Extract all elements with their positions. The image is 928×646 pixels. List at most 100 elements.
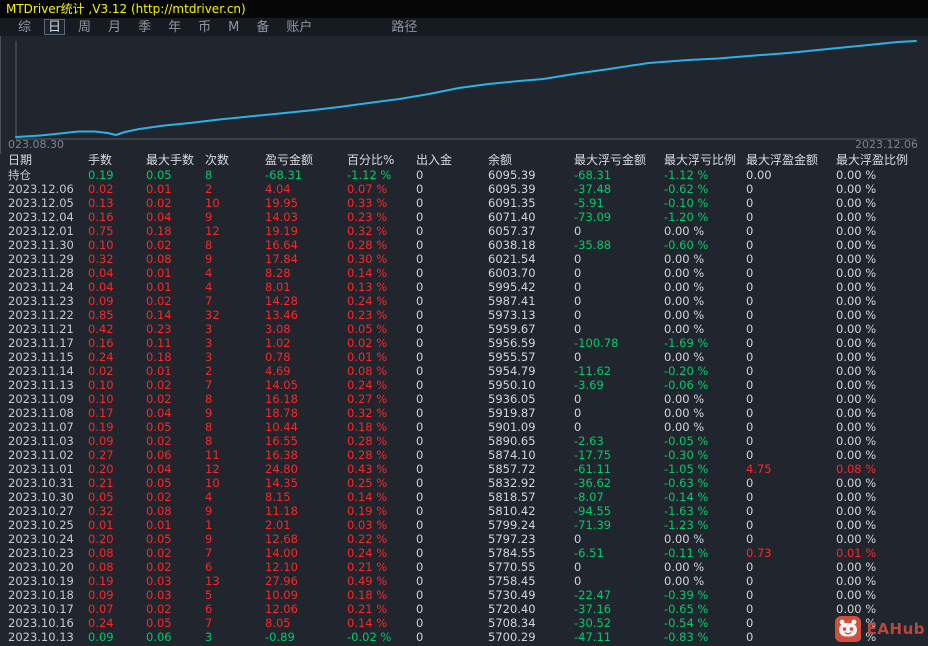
table-cell: 0.01 xyxy=(146,182,172,196)
table-row[interactable]: 2023.10.23 0.08 0.02 7 14.00 0.24 % 0 5784.55 -6… xyxy=(0,546,928,560)
table-cell: 0.08 % xyxy=(836,462,877,476)
table-cell: 0 xyxy=(416,434,424,448)
table-cell: 16.18 xyxy=(265,392,298,406)
table-cell: 0.09 xyxy=(88,630,114,644)
table-row[interactable]: 2023.12.06 0.02 0.01 2 4.04 0.07 % 0 6095.39 -37… xyxy=(0,182,928,196)
table-cell: 0 xyxy=(416,224,424,238)
table-cell: -0.83 % xyxy=(664,630,709,644)
table-cell: 8 xyxy=(205,168,213,182)
chart-start-date-label: 023.08.30 xyxy=(8,138,64,151)
table-row[interactable]: 2023.11.09 0.10 0.02 8 16.18 0.27 % 0 5936.05 0 0… xyxy=(0,392,928,406)
table-row[interactable]: 2023.11.24 0.04 0.01 4 8.01 0.13 % 0 5995.42 0 0.… xyxy=(0,280,928,294)
table-row[interactable]: 2023.10.31 0.21 0.05 10 14.35 0.25 % 0 5832.92 -… xyxy=(0,476,928,490)
menu-item-季[interactable]: 季 xyxy=(134,19,155,35)
table-cell: 0 xyxy=(416,378,424,392)
table-cell: 10.09 xyxy=(265,588,298,602)
table-cell: 8.05 xyxy=(265,616,291,630)
date-cell: 2023.11.03 xyxy=(8,434,74,448)
table-cell: -0.65 % xyxy=(664,602,709,616)
table-row[interactable]: 2023.10.30 0.05 0.02 4 8.15 0.14 % 0 5818.57 -8.… xyxy=(0,490,928,504)
table-cell: 0.02 xyxy=(146,546,172,560)
table-cell: -68.31 xyxy=(574,168,612,182)
table-cell: -3.69 xyxy=(574,378,604,392)
table-cell: 5700.29 xyxy=(488,630,536,644)
column-header: 最大手数 xyxy=(146,153,195,167)
table-cell: 16.55 xyxy=(265,434,298,448)
table-cell: 0.00 % xyxy=(836,532,877,546)
table-row[interactable]: 2023.11.13 0.10 0.02 7 14.05 0.24 % 0 5950.10 -3… xyxy=(0,378,928,392)
table-row[interactable]: 持仓 0.19 0.05 8 -68.31 -1.12 % 0 6095.39 -68.31 -1… xyxy=(0,168,928,182)
menu-item-周[interactable]: 周 xyxy=(74,19,95,35)
menu-item-日[interactable]: 日 xyxy=(44,19,66,35)
table-cell: 6 xyxy=(205,602,213,616)
table-cell: 0.19 xyxy=(88,574,114,588)
table-cell: 0.18 % xyxy=(347,420,388,434)
table-row[interactable]: 2023.11.15 0.24 0.18 3 0.78 0.01 % 0 5955.57 0 0.… xyxy=(0,350,928,364)
table-cell: 0 xyxy=(416,322,424,336)
menu-item-备[interactable]: 备 xyxy=(252,19,273,35)
table-cell: -1.69 % xyxy=(664,336,709,350)
table-row[interactable]: 2023.10.13 0.09 0.06 3 -0.89 -0.02 % 0 5700.29 -… xyxy=(0,630,928,644)
table-row[interactable]: 2023.11.01 0.20 0.04 12 24.80 0.43 % 0 5857.72 -… xyxy=(0,462,928,476)
table-cell: 0.05 xyxy=(146,476,172,490)
table-cell: 0 xyxy=(416,392,424,406)
table-row[interactable]: 2023.11.29 0.32 0.08 9 17.84 0.30 % 0 6021.54 0 0… xyxy=(0,252,928,266)
table-row[interactable]: 2023.10.16 0.24 0.05 7 8.05 0.14 % 0 5708.34 -30… xyxy=(0,616,928,630)
table-row[interactable]: 2023.12.05 0.13 0.02 10 19.95 0.33 % 0 6091.35 -… xyxy=(0,196,928,210)
table-row[interactable]: 2023.11.07 0.19 0.05 8 10.44 0.18 % 0 5901.09 0 0… xyxy=(0,420,928,434)
table-cell: 0 xyxy=(574,252,582,266)
table-cell: -17.75 xyxy=(574,448,612,462)
table-cell: 0.05 xyxy=(146,616,172,630)
table-row[interactable]: 2023.11.30 0.10 0.02 8 16.64 0.28 % 0 6038.18 -3… xyxy=(0,238,928,252)
table-row[interactable]: 2023.10.18 0.09 0.03 5 10.09 0.18 % 0 5730.49 -2… xyxy=(0,588,928,602)
table-row[interactable]: 2023.11.02 0.27 0.06 11 16.38 0.28 % 0 5874.10 -… xyxy=(0,448,928,462)
table-row[interactable]: 2023.12.01 0.75 0.18 12 19.19 0.32 % 0 6057.37 0… xyxy=(0,224,928,238)
table-cell: 9 xyxy=(205,406,213,420)
table-cell: 0 xyxy=(574,224,582,238)
table-cell: 0.20 xyxy=(88,532,114,546)
table-cell: 0.24 xyxy=(88,350,114,364)
table-cell: 5797.23 xyxy=(488,532,536,546)
table-cell: 5955.57 xyxy=(488,350,536,364)
table-cell: 0.10 xyxy=(88,392,114,406)
table-row[interactable]: 2023.11.22 0.85 0.14 32 13.46 0.23 % 0 5973.13 0… xyxy=(0,308,928,322)
table-row[interactable]: 2023.11.17 0.16 0.11 3 1.02 0.02 % 0 5956.59 -10… xyxy=(0,336,928,350)
date-cell: 持仓 xyxy=(8,168,31,182)
table-row[interactable]: 2023.12.04 0.16 0.04 9 14.03 0.23 % 0 6071.40 -7… xyxy=(0,210,928,224)
table-row[interactable]: 2023.10.20 0.08 0.02 6 12.10 0.21 % 0 5770.55 0 0… xyxy=(0,560,928,574)
table-row[interactable]: 2023.11.23 0.09 0.02 7 14.28 0.24 % 0 5987.41 0 0… xyxy=(0,294,928,308)
table-row[interactable]: 2023.10.25 0.01 0.01 1 2.01 0.03 % 0 5799.24 -71… xyxy=(0,518,928,532)
menu-item-账户[interactable]: 账户 xyxy=(282,19,316,35)
table-cell: 13 xyxy=(205,574,220,588)
menu-item-币[interactable]: 币 xyxy=(194,19,215,35)
table-row[interactable]: 2023.10.24 0.20 0.05 9 12.68 0.22 % 0 5797.23 0 0… xyxy=(0,532,928,546)
table-cell: 0 xyxy=(746,308,754,322)
menu-item-M[interactable]: M xyxy=(224,19,243,35)
table-row[interactable]: 2023.10.27 0.32 0.08 9 11.18 0.19 % 0 5810.42 -9… xyxy=(0,504,928,518)
equity-curve-line xyxy=(15,40,917,138)
table-cell: 0.19 xyxy=(88,420,114,434)
table-row[interactable]: 2023.11.08 0.17 0.04 9 18.78 0.32 % 0 5919.87 0 0… xyxy=(0,406,928,420)
table-cell: -0.62 % xyxy=(664,182,709,196)
menu-item-路径[interactable]: 路径 xyxy=(387,19,421,35)
table-cell: 5708.34 xyxy=(488,616,536,630)
menu-item-月[interactable]: 月 xyxy=(104,19,125,35)
menu-item-年[interactable]: 年 xyxy=(164,19,185,35)
table-cell: 0.14 % xyxy=(347,266,388,280)
table-row[interactable]: 2023.11.28 0.04 0.01 4 8.28 0.14 % 0 6003.70 0 0.… xyxy=(0,266,928,280)
table-cell: 0.00 % xyxy=(664,322,705,336)
table-cell: 0.02 xyxy=(146,490,172,504)
table-cell: 0.14 xyxy=(146,308,172,322)
table-row[interactable]: 2023.11.21 0.42 0.23 3 3.08 0.05 % 0 5959.67 0 0.… xyxy=(0,322,928,336)
date-cell: 2023.10.30 xyxy=(8,490,74,504)
table-cell: 5758.45 xyxy=(488,574,536,588)
table-cell: 0.09 xyxy=(88,588,114,602)
table-cell: 8 xyxy=(205,392,213,406)
table-cell: 0.11 xyxy=(146,336,172,350)
table-row[interactable]: 2023.11.14 0.02 0.01 2 4.69 0.08 % 0 5954.79 -11… xyxy=(0,364,928,378)
table-row[interactable]: 2023.10.17 0.07 0.02 6 12.06 0.21 % 0 5720.40 -3… xyxy=(0,602,928,616)
table-row[interactable]: 2023.11.03 0.09 0.02 8 16.55 0.28 % 0 5890.65 -2… xyxy=(0,434,928,448)
table-cell: 0.00 % xyxy=(836,322,877,336)
menu-item-综[interactable]: 综 xyxy=(14,19,35,35)
table-row[interactable]: 2023.10.19 0.19 0.03 13 27.96 0.49 % 0 5758.45 0… xyxy=(0,574,928,588)
